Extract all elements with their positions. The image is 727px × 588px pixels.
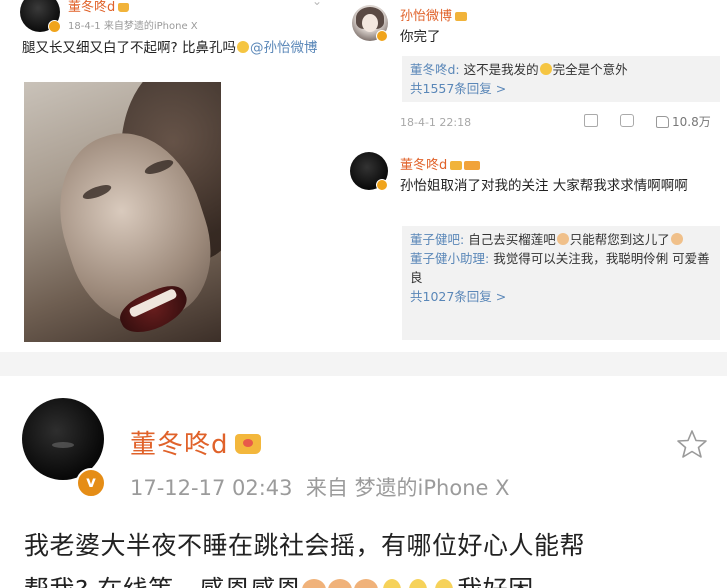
sleepy-emoji-icon (435, 579, 454, 588)
post-text-segment: 帮我? 在线等，感恩感恩 (24, 575, 301, 588)
smile-emoji-icon (236, 41, 249, 53)
verified-badge-icon (48, 20, 61, 33)
like-icon (656, 116, 669, 128)
post-meta: 18-4-1 来自梦遗的iPhone X (68, 21, 198, 32)
post-text: 腿又长又细又白了不起啊? 比鼻孔吗 @孙怡微博 (22, 38, 332, 58)
like-count: 10.8万 (672, 115, 711, 129)
comment-icon[interactable] (620, 114, 634, 127)
crown-icon (118, 3, 130, 12)
hands-emoji-icon (670, 233, 683, 245)
bottom-weibo-post: v 董冬咚d 17-12-17 02:43 来自 梦遗的iPhone X 我老婆… (0, 376, 727, 588)
reply-text-tail: 完全是个意外 (552, 62, 628, 77)
avatar-glow (52, 442, 74, 448)
left-weibo-post: 董冬咚d 18-4-1 来自梦遗的iPhone X ⌄ 腿又长又细又白了不起啊?… (0, 0, 352, 352)
reply-author[interactable]: 董子健吧: (410, 232, 464, 247)
post-author-name[interactable]: 董冬咚d (130, 430, 229, 460)
verified-badge-icon: v (76, 468, 106, 498)
post-source-prefix: 来自 (305, 476, 348, 500)
sleepy-emoji-icon (383, 579, 402, 588)
verified-badge-icon (376, 30, 388, 42)
avatar-face (362, 14, 378, 32)
post-photo[interactable] (24, 82, 221, 342)
comments-panel: 孙怡微博 你完了 董冬咚d: 这不是我发的 完全是个意外 共1557条回复 > 1… (350, 0, 727, 352)
pray-emoji-icon (328, 579, 353, 588)
post-text-line: 帮我? 在线等，感恩感恩 我好困 (24, 568, 714, 588)
mention-link[interactable]: @孙怡微博 (250, 40, 318, 56)
section-divider (0, 352, 727, 376)
more-replies-link[interactable]: 共1027条回复 > (410, 287, 712, 306)
reply-author[interactable]: 董子健小助理: (410, 251, 489, 266)
sleepy-emoji-icon (409, 579, 428, 588)
post-text-line: 我老婆大半夜不睡在跳社会摇，有哪位好心人能帮 (24, 531, 586, 560)
post-author[interactable]: 董冬咚d (130, 424, 261, 461)
post-source[interactable]: 梦遗的iPhone X (355, 476, 510, 500)
crown-icon (450, 161, 463, 170)
post-author-name[interactable]: 董冬咚d (68, 0, 115, 15)
pray-emoji-icon (302, 579, 327, 588)
reply-box[interactable]: 董子健吧: 自己去买榴莲吧 只能帮您到这儿了 董子健小助理: 我觉得可以关注我，我… (402, 226, 720, 340)
top-screenshot: 董冬咚d 18-4-1 来自梦遗的iPhone X ⌄ 腿又长又细又白了不起啊?… (0, 0, 727, 352)
reply-text: 这不是我发的 (459, 62, 539, 77)
star-icon[interactable] (676, 428, 708, 460)
post-author[interactable]: 董冬咚d (68, 0, 130, 15)
comment-author[interactable]: 董冬咚d (400, 154, 481, 173)
post-text-segment: 我好困 (457, 575, 534, 588)
comment-author[interactable]: 孙怡微博 (400, 5, 468, 24)
crown-icon (234, 434, 261, 454)
comment-text: 你完了 (400, 29, 441, 45)
reply-text-tail: 只能帮您到这儿了 (569, 232, 670, 247)
reply-author[interactable]: 董冬咚d: (410, 62, 460, 77)
post-time: 17-12-17 02:43 (130, 476, 293, 500)
reply-text: 自己去买榴莲吧 (464, 232, 556, 247)
crown-icon (455, 12, 468, 21)
more-replies-link[interactable]: 共1557条回复 > (410, 79, 712, 98)
comment-text: 孙怡姐取消了对我的关注 大家帮我求求情啊啊啊 (400, 178, 688, 194)
post-text: 我老婆大半夜不睡在跳社会摇，有哪位好心人能帮 帮我? 在线等，感恩感恩 我好困 (24, 524, 714, 588)
reply-line: 董子健小助理: 我觉得可以关注我，我聪明伶俐 可爱善良 (410, 249, 712, 287)
pray-emoji-icon (354, 579, 379, 588)
comment-time: 18-4-1 22:18 (400, 116, 472, 129)
post-text-body: 腿又长又细又白了不起啊? 比鼻孔吗 (22, 40, 236, 56)
post-meta: 17-12-17 02:43 来自 梦遗的iPhone X (130, 472, 510, 502)
like-button[interactable]: 10.8万 (656, 113, 711, 130)
durian-emoji-icon (556, 233, 569, 245)
reply-line: 董子健吧: 自己去买榴莲吧 只能帮您到这儿了 (410, 230, 712, 249)
comment-author-name[interactable]: 董冬咚d (400, 158, 447, 173)
share-icon[interactable] (584, 114, 598, 127)
verified-badge-icon (376, 179, 388, 191)
level-badge-icon (464, 161, 481, 170)
reply-line: 董冬咚d: 这不是我发的 完全是个意外 (410, 60, 712, 79)
smile-emoji-icon (539, 63, 552, 75)
reply-box[interactable]: 董冬咚d: 这不是我发的 完全是个意外 共1557条回复 > (402, 56, 720, 102)
comment-author-name[interactable]: 孙怡微博 (400, 9, 452, 24)
chevron-down-icon[interactable]: ⌄ (312, 0, 322, 8)
